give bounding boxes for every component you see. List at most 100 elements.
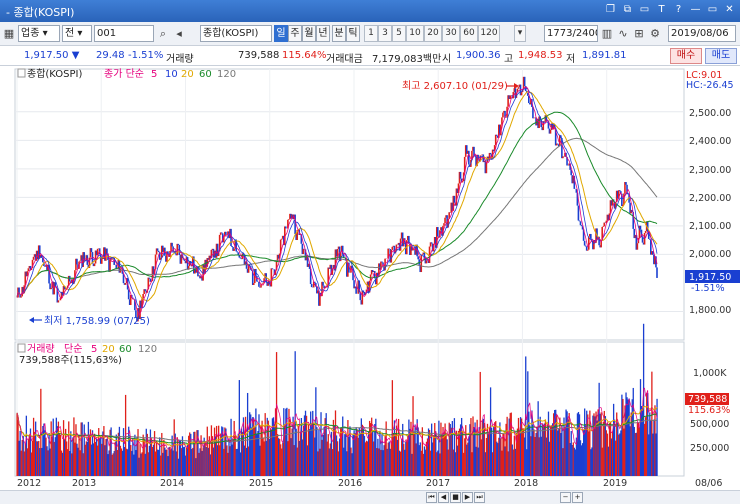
kospi-chart[interactable]: 종합(KOSPI) 종가 단순 5 10 20 60 120 거래량 단순 5 … xyxy=(0,66,740,490)
current-price: 1,917.50 ▼ xyxy=(24,50,80,61)
zoom-out-icon[interactable]: − xyxy=(560,492,571,503)
volume-legend-ma5: 5 xyxy=(91,344,97,355)
volume-legend-type: 단순 xyxy=(64,343,82,355)
down-arrow-icon: ▼ xyxy=(71,50,80,61)
volume-axis: 1,000K 500,000 250,000 739,588 115.63% xyxy=(685,368,730,454)
legend-type: 종가 단순 xyxy=(104,68,144,80)
interval-120[interactable]: 120 xyxy=(478,25,500,42)
price-legend: 종합(KOSPI) 종가 단순 5 10 20 60 120 xyxy=(17,68,236,80)
chart-area[interactable]: 종합(KOSPI) 종가 단순 5 10 20 60 120 거래량 단순 5 … xyxy=(0,66,740,504)
price-pane xyxy=(14,68,685,341)
current-price-tag: 1,917.50 xyxy=(689,272,731,283)
low-label: 최저 1,758.99 (07/25) xyxy=(44,315,150,327)
minimize-icon[interactable]: — xyxy=(689,3,702,17)
grid-icon[interactable]: ▦ xyxy=(2,26,16,41)
vtick-250000: 250,000 xyxy=(690,443,729,454)
prev-icon[interactable]: ◀ xyxy=(438,492,449,503)
first-icon[interactable]: ⏮ xyxy=(426,492,437,503)
xtick-2014: 2014 xyxy=(160,478,184,489)
count-display: 1773/2400 xyxy=(544,25,598,42)
settings-icon[interactable]: ⚙ xyxy=(648,26,662,41)
tick-2500: 2,500.00 xyxy=(689,108,731,119)
indicator-icon[interactable]: ∿ xyxy=(616,26,630,41)
interval-60[interactable]: 60 xyxy=(460,25,478,42)
volume-legend-ma20: 20 xyxy=(102,344,115,355)
sell-button[interactable]: 매도 xyxy=(705,48,737,64)
xtick-2018: 2018 xyxy=(514,478,538,489)
high-label: 최고 2,607.10 (01/29) xyxy=(402,80,508,92)
legend-ma5: 5 xyxy=(151,69,157,80)
legend-ma60: 60 xyxy=(199,69,212,80)
text-icon[interactable]: T xyxy=(655,3,668,17)
vtick-500000: 500,000 xyxy=(690,419,729,430)
interval-10[interactable]: 10 xyxy=(406,25,424,42)
zoom-in-icon[interactable]: + xyxy=(572,492,583,503)
high-annotation: 최고 2,607.10 (01/29) xyxy=(402,80,519,92)
period-tick[interactable]: 틱 xyxy=(346,25,360,42)
low-annotation: 최저 1,758.99 (07/25) xyxy=(29,315,150,327)
period-month[interactable]: 월 xyxy=(302,25,316,42)
period-day[interactable]: 일 xyxy=(274,25,288,42)
quote-bar: 1,917.50 ▼ 29.48 -1.51% 거래량 739,588 115.… xyxy=(0,46,740,66)
dropdown-icon[interactable]: ▾ xyxy=(514,25,526,42)
volume-legend-value: 739,588주(115,63%) xyxy=(19,355,122,366)
frame-icon[interactable]: ▭ xyxy=(638,3,651,17)
vtick-1000k: 1,000K xyxy=(693,368,727,379)
high-label: 고 xyxy=(504,54,514,65)
search-icon[interactable]: ⌕ xyxy=(156,26,170,41)
current-volume-tag: 739,588 xyxy=(688,394,727,405)
price-change-pct: -1.51% xyxy=(128,50,164,61)
volume-legend-ma120: 120 xyxy=(138,344,157,355)
stop-icon[interactable]: ■ xyxy=(450,492,461,503)
nav-bar: ⏮ ◀ ■ ▶ ⏭ − + xyxy=(0,490,740,504)
next-icon[interactable]: ▶ xyxy=(462,492,473,503)
maximize-icon[interactable]: ▭ xyxy=(706,3,719,17)
low-value: 1,891.81 xyxy=(582,50,627,61)
xtick-2017: 2017 xyxy=(426,478,450,489)
price-change: 29.48 xyxy=(96,50,125,61)
xtick-2012: 2012 xyxy=(17,478,41,489)
buy-button[interactable]: 매수 xyxy=(670,48,702,64)
interval-30[interactable]: 30 xyxy=(442,25,460,42)
volume-legend-checkbox-icon[interactable] xyxy=(17,343,26,353)
chart-type-icon[interactable]: ▥ xyxy=(600,26,614,41)
xtick-2016: 2016 xyxy=(338,478,362,489)
period-year[interactable]: 년 xyxy=(316,25,330,42)
price-axis: LC:9.01 HC:-26.45 2,500.00 2,400.00 2,30… xyxy=(685,70,740,316)
interval-3[interactable]: 3 xyxy=(378,25,392,42)
close-icon[interactable]: ✕ xyxy=(723,3,736,17)
prefix-select[interactable]: 전 ▾ xyxy=(62,25,92,42)
tick-2300: 2,300.00 xyxy=(689,165,731,176)
hc-label: HC:-26.45 xyxy=(686,80,734,91)
code-input[interactable]: 001 xyxy=(94,25,154,42)
volume-bar xyxy=(656,398,658,476)
interval-5[interactable]: 5 xyxy=(392,25,406,42)
xtick-2019: 2019 xyxy=(603,478,627,489)
xtick-2013: 2013 xyxy=(72,478,96,489)
open-label: 시 xyxy=(442,54,452,65)
tick-2200: 2,200.00 xyxy=(689,193,731,204)
legend-ma10: 10 xyxy=(165,69,178,80)
interval-1[interactable]: 1 xyxy=(364,25,378,42)
period-week[interactable]: 주 xyxy=(288,25,302,42)
title-bar: - 종합(KOSPI) ❐ ⧉ ▭ T ? — ▭ ✕ xyxy=(0,0,740,22)
tick-1800: 1,800.00 xyxy=(689,305,731,316)
tick-2000: 2,000.00 xyxy=(689,249,731,260)
speaker-icon[interactable]: ◂ xyxy=(172,26,186,41)
period-minute[interactable]: 분 xyxy=(332,25,346,42)
interval-20[interactable]: 20 xyxy=(424,25,442,42)
crosshair-icon[interactable]: ⊞ xyxy=(632,26,646,41)
help-icon[interactable]: ? xyxy=(672,3,685,17)
volume-pct: 115.64% xyxy=(282,50,327,61)
legend-ma20: 20 xyxy=(181,69,194,80)
last-icon[interactable]: ⏭ xyxy=(474,492,485,503)
amount-label: 거래대금 xyxy=(326,54,363,65)
legend-checkbox-icon[interactable] xyxy=(17,68,26,78)
window-controls: ❐ ⧉ ▭ T ? — ▭ ✕ xyxy=(604,3,736,17)
date-display[interactable]: 2019/08/06 xyxy=(668,25,736,42)
market-select[interactable]: 업종 ▾ xyxy=(18,25,60,42)
open-value: 1,900.36 xyxy=(456,50,501,61)
restore-icon[interactable]: ❐ xyxy=(604,3,617,17)
low-label: 저 xyxy=(566,54,576,65)
tile-icon[interactable]: ⧉ xyxy=(621,3,634,17)
